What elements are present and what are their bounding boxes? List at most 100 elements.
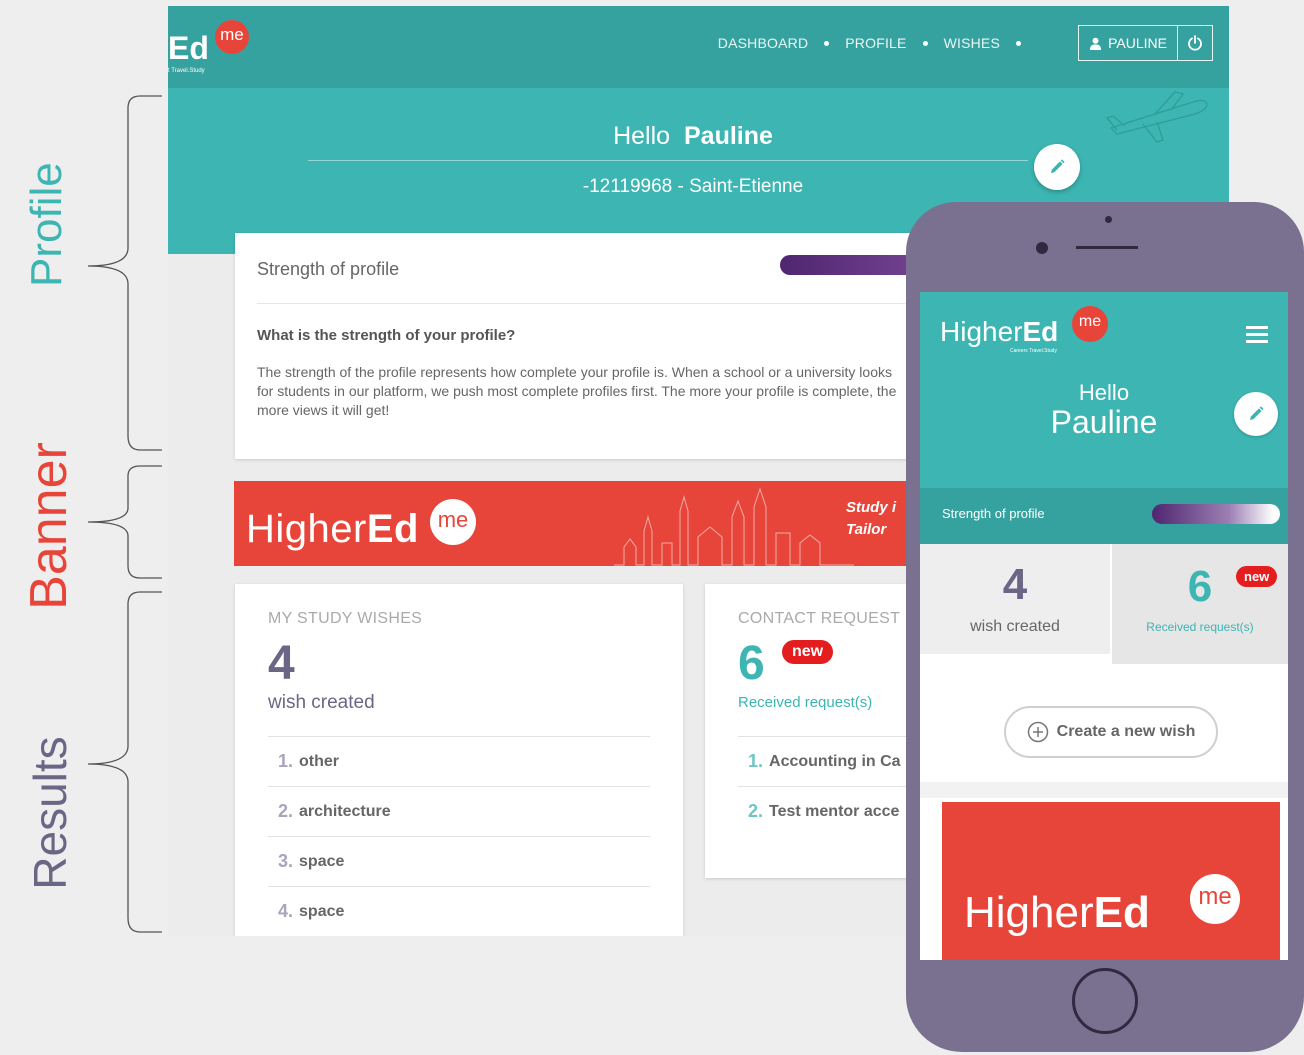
mobile-wish-count-box[interactable]: 4 wish created: [920, 544, 1110, 654]
mobile-banner-logo-light: Higher: [964, 888, 1094, 937]
hero-greeting-text: Hello: [613, 122, 671, 150]
section-divider: [920, 782, 1288, 798]
contacts-count-label[interactable]: Received request(s): [738, 694, 872, 711]
mobile-strength-label: Strength of profile: [942, 506, 1045, 521]
user-menu: PAULINE: [1078, 25, 1213, 61]
plus-circle-icon: [1027, 721, 1048, 743]
nav-profile[interactable]: PROFILE: [845, 35, 906, 51]
card-divider: [257, 303, 957, 304]
brace-profile: [87, 95, 162, 451]
contacts-count: 6: [738, 637, 765, 690]
banner-tagline-line2: Tailor: [846, 521, 887, 538]
mobile-logo-me-badge: me: [1072, 306, 1108, 342]
mobile-logo[interactable]: HigherEd: [940, 316, 1058, 348]
list-item-number: 3.: [278, 851, 294, 871]
user-name: PAULINE: [1108, 35, 1167, 51]
list-item-label: other: [299, 752, 340, 770]
phone-home-button[interactable]: [1072, 968, 1138, 1034]
mobile-banner-logo: HigherEd: [964, 888, 1150, 938]
main-nav: DASHBOARD PROFILE WISHES: [718, 35, 1037, 51]
banner-me-badge: me: [430, 499, 476, 545]
logo-tagline: t Travel.Study: [168, 68, 205, 74]
mobile-request-label: Received request(s): [1146, 620, 1254, 634]
nav-separator-dot: [1016, 40, 1021, 46]
wishes-count-label: wish created: [268, 692, 375, 713]
wishes-title: MY STUDY WISHES: [268, 610, 423, 627]
banner-logo-bold: Ed: [366, 507, 419, 551]
mobile-promo-banner[interactable]: HigherEd me: [942, 802, 1280, 960]
mobile-banner-logo-bold: Ed: [1093, 888, 1150, 937]
mobile-new-badge: new: [1236, 566, 1278, 587]
list-item-number: 2.: [748, 801, 764, 821]
annotation-banner: Banner: [20, 442, 78, 610]
top-navigation-bar: Ed me t Travel.Study DASHBOARD PROFILE WI…: [168, 6, 1229, 88]
wishes-count: 4: [268, 637, 295, 690]
mobile-user-name: Pauline: [1050, 404, 1158, 440]
wishes-list: 1. other 2. architecture 3. space 4. spa…: [268, 736, 650, 936]
phone-sensor: [1105, 216, 1112, 223]
list-item-number: 2.: [278, 801, 294, 821]
mobile-logo-bold: Ed: [1022, 316, 1059, 347]
mobile-logo-tagline: Careers Travel.Study: [1010, 348, 1057, 354]
create-wish-label: Create a new wish: [1056, 723, 1196, 740]
annotation-braces: [87, 95, 162, 933]
banner-logo-light: Higher: [246, 507, 367, 551]
hamburger-menu-icon[interactable]: [1246, 326, 1268, 347]
pencil-icon: [1250, 406, 1264, 420]
user-icon: [1090, 37, 1102, 50]
nav-separator-dot: [824, 40, 830, 46]
list-item[interactable]: 2. architecture: [268, 786, 650, 836]
list-item[interactable]: 4. space: [268, 886, 650, 936]
mobile-screen: HigherEd me Careers Travel.Study Hello P…: [920, 292, 1288, 960]
power-icon: [1188, 35, 1202, 51]
nav-separator-dot: [922, 40, 928, 46]
list-item-number: 1.: [278, 751, 294, 771]
edit-profile-button[interactable]: [1034, 144, 1080, 190]
city-skyline-illustration: [614, 487, 854, 566]
mobile-edit-profile-button[interactable]: [1234, 392, 1278, 436]
strength-title: Strength of profile: [257, 259, 400, 279]
list-item-label: space: [299, 902, 345, 920]
brace-banner: [87, 465, 162, 579]
mobile-greeting: Hello: [1078, 380, 1130, 405]
logout-button[interactable]: [1178, 26, 1212, 60]
phone-speaker: [1076, 246, 1138, 249]
nav-dashboard[interactable]: DASHBOARD: [718, 35, 808, 51]
list-item-label: architecture: [299, 802, 391, 820]
mobile-logo-light: Higher: [940, 316, 1023, 347]
banner-tagline-line1: Study i: [846, 499, 897, 516]
logo-text: Ed: [168, 30, 209, 66]
strength-description: The strength of the profile represents h…: [257, 364, 897, 418]
list-item-number: 4.: [278, 901, 294, 921]
user-account-button[interactable]: PAULINE: [1079, 26, 1178, 60]
contacts-title: CONTACT REQUEST: [738, 610, 901, 627]
study-wishes-card: MY STUDY WISHES 4 wish created 1. other …: [235, 584, 683, 936]
annotation-results: Results: [24, 736, 76, 890]
list-item-label: space: [299, 852, 345, 870]
phone-mockup: HigherEd me Careers Travel.Study Hello P…: [906, 202, 1304, 1052]
list-item[interactable]: 1. other: [268, 736, 650, 786]
banner-tagline: Study i Tailor: [846, 497, 896, 541]
banner-logo: HigherEd: [246, 507, 419, 552]
new-badge: new: [782, 640, 834, 664]
list-item-label: Test mentor acce: [769, 802, 900, 820]
site-logo[interactable]: Ed me t Travel.Study: [168, 20, 249, 74]
hero-user-name: Pauline: [683, 122, 773, 150]
logo-me-badge: me: [214, 20, 249, 54]
list-item-number: 1.: [748, 751, 764, 771]
promo-banner[interactable]: HigherEd me Study i Tailor: [234, 481, 974, 566]
pencil-icon: [1051, 159, 1065, 173]
mobile-wish-label: wish created: [970, 618, 1060, 635]
mobile-request-count-box[interactable]: 6 new Received request(s): [1112, 544, 1288, 664]
list-item-label: Accounting in Ca: [769, 752, 901, 770]
mobile-header: HigherEd me Careers Travel.Study Hello P…: [920, 292, 1288, 488]
brace-results: [87, 591, 162, 933]
hero-divider: [308, 160, 1028, 161]
phone-camera: [1036, 242, 1048, 254]
create-wish-button[interactable]: Create a new wish: [1004, 706, 1218, 758]
mobile-banner-me-badge: me: [1190, 874, 1240, 924]
list-item[interactable]: 3. space: [268, 836, 650, 886]
profile-strength-card: Strength of profile What is the strength…: [235, 233, 965, 459]
mobile-strength-bar-section: Strength of profile: [920, 488, 1288, 544]
nav-wishes[interactable]: WISHES: [944, 35, 1000, 51]
